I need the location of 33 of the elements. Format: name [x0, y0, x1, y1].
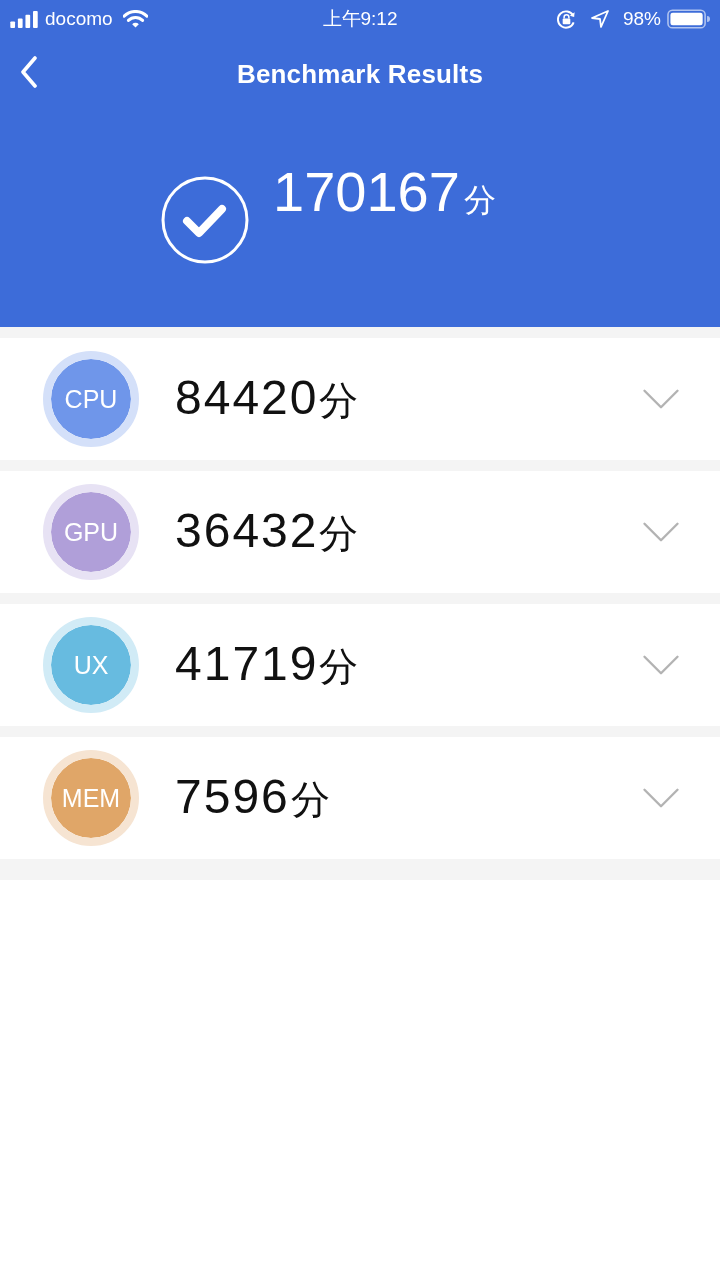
category-badge: GPU	[43, 484, 139, 580]
chevron-icon[interactable]	[642, 388, 680, 410]
category-score: 7596	[175, 769, 290, 824]
category-score: 41719	[175, 636, 319, 691]
category-badge: UX	[43, 617, 139, 713]
battery-percent: 98%	[622, 8, 661, 30]
back-chevron-icon	[20, 56, 38, 88]
chevron-icon[interactable]	[642, 521, 680, 543]
clock-time: 上午9:12	[322, 7, 398, 31]
result-row[interactable]: UX 41719分	[0, 604, 720, 726]
location-arrow-icon	[590, 10, 609, 28]
category-badge: MEM	[43, 750, 139, 846]
battery-icon	[667, 9, 710, 29]
check-circle-icon	[161, 176, 249, 264]
screen-title: Benchmark Results	[236, 58, 484, 90]
total-score: 170167	[273, 159, 460, 225]
category-score: 36432	[175, 503, 319, 558]
signal-bars-icon	[10, 10, 39, 28]
score-unit: 分	[290, 777, 330, 823]
carrier-name: docomo	[45, 8, 113, 30]
result-row[interactable]: CPU 84420分	[0, 338, 720, 460]
score-unit: 分	[319, 378, 359, 424]
score-unit: 分	[319, 644, 359, 690]
result-row[interactable]: MEM 7596分	[0, 737, 720, 859]
score-unit: 分	[319, 511, 359, 557]
category-badge: CPU	[43, 351, 139, 447]
chevron-icon[interactable]	[642, 654, 680, 676]
chevron-icon[interactable]	[642, 787, 680, 809]
wifi-icon	[122, 10, 148, 28]
score-unit: 分	[463, 181, 496, 220]
rotation-lock-icon	[555, 8, 577, 30]
category-score: 84420	[175, 370, 319, 425]
result-row[interactable]: GPU 36432分	[0, 471, 720, 593]
